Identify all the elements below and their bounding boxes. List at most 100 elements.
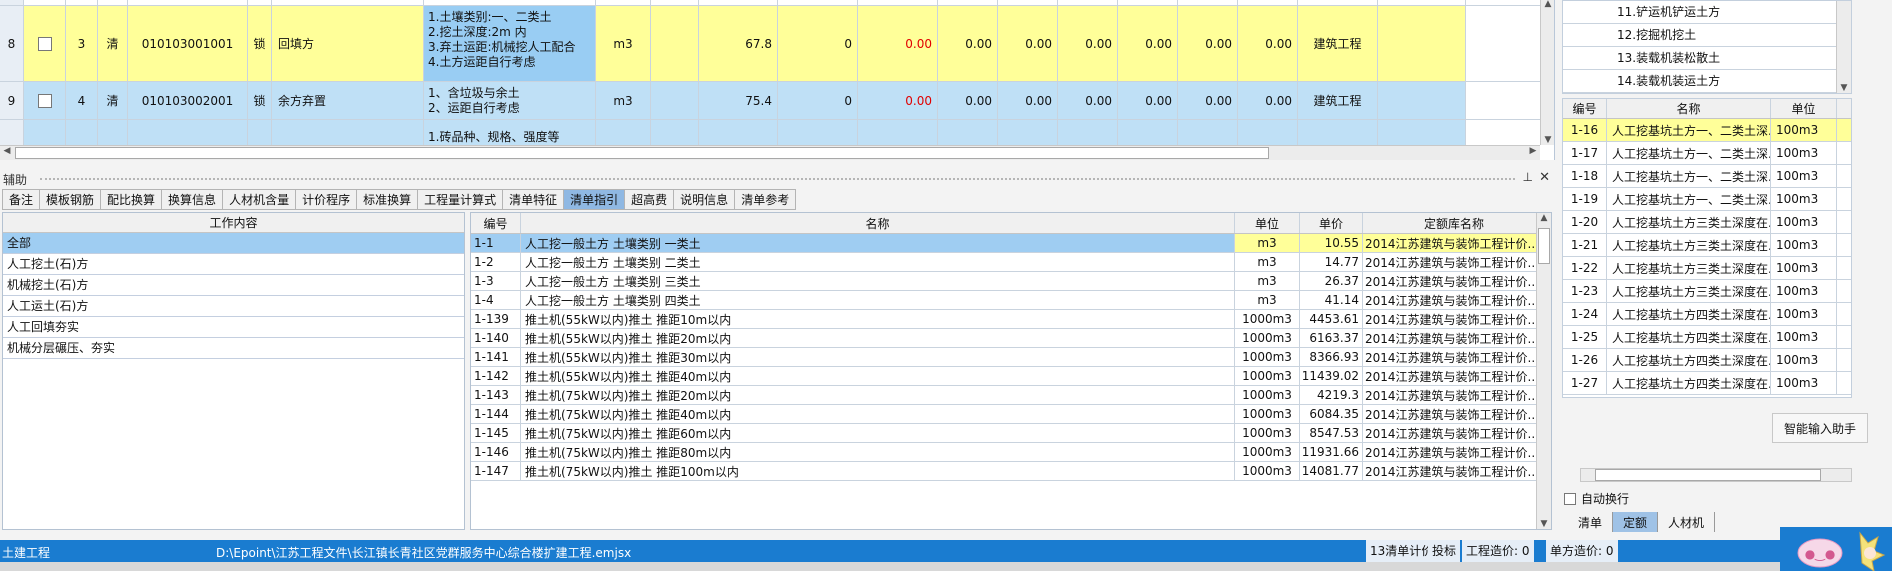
tab-11[interactable]: 说明信息 <box>673 189 735 210</box>
scroll-up-icon[interactable]: ▲ <box>1537 213 1551 223</box>
quota-row[interactable]: 1-142 推土机(55kW以内)推土 推距40m以内 1000m3 11439.02… <box>471 367 1546 386</box>
bottom-tab-1[interactable]: 定额 <box>1613 512 1659 532</box>
row-lock[interactable]: 锁 <box>248 82 272 119</box>
quota-unit: 1000m3 <box>1235 329 1300 347</box>
chapter-item[interactable]: 14.装载机装运土方 <box>1563 70 1837 93</box>
quota-library-row[interactable]: 1-27 人工挖基坑土方四类土深度在... 100m3 <box>1563 372 1851 395</box>
tab-8[interactable]: 清单特征 <box>502 189 564 210</box>
tab-9[interactable]: 清单指引 <box>563 189 625 210</box>
row-quantity[interactable]: 75.4 <box>699 82 778 119</box>
quota-library-row[interactable]: 1-19 人工挖基坑土方一、二类土深... 100m3 <box>1563 188 1851 211</box>
row-name[interactable]: 回填方 <box>272 6 424 81</box>
row-name[interactable]: 余方弃置 <box>272 82 424 119</box>
tab-6[interactable]: 标准换算 <box>356 189 418 210</box>
quota-row[interactable]: 1-4 人工挖一般土方 土壤类别 四类土 m3 41.14 2014江苏建筑与装饰工程计… <box>471 291 1546 310</box>
quota-library-row[interactable]: 1-20 人工挖基坑土方三类土深度在... 100m3 <box>1563 211 1851 234</box>
scroll-thumb[interactable] <box>15 147 1269 159</box>
quota-library-row[interactable]: 1-16 人工挖基坑土方一、二类土深... 100m3 <box>1563 119 1851 142</box>
chapter-item[interactable]: 11.铲运机铲运土方 <box>1563 1 1837 24</box>
quota-library-row[interactable]: 1-21 人工挖基坑土方三类土深度在... 100m3 <box>1563 234 1851 257</box>
quota-row[interactable]: 1-141 推土机(55kW以内)推土 推距30m以内 1000m3 8366.93 2… <box>471 348 1546 367</box>
chapter-item[interactable]: 12.挖掘机挖土 <box>1563 24 1837 47</box>
work-content-item[interactable]: 人工回填夯实 <box>3 317 464 338</box>
bill-vertical-scrollbar[interactable]: ▲ ▼ <box>1540 0 1554 145</box>
quota-unit: 1000m3 <box>1235 405 1300 423</box>
right-bottom-tabs: 清单 定额 人材机 <box>1568 512 1716 532</box>
pin-icon[interactable]: ⊥ <box>1523 170 1533 184</box>
work-content-item[interactable]: 机械分层碾压、夯实 <box>3 338 464 359</box>
quota-row[interactable]: 1-140 推土机(55kW以内)推土 推距20m以内 1000m3 6163.37 2… <box>471 329 1546 348</box>
row-code[interactable]: 010103001001 <box>128 6 248 81</box>
work-content-item[interactable]: 人工运土(石)方 <box>3 296 464 317</box>
quota-row[interactable]: 1-139 推土机(55kW以内)推土 推距10m以内 1000m3 4453.61 2… <box>471 310 1546 329</box>
tab-2[interactable]: 配比换算 <box>100 189 162 210</box>
tab-0[interactable]: 备注 <box>2 189 40 210</box>
scroll-up-icon[interactable]: ▲ <box>1541 0 1554 9</box>
quota-library-row[interactable]: 1-26 人工挖基坑土方四类土深度在... 100m3 <box>1563 349 1851 372</box>
quota-library-row[interactable]: 1-22 人工挖基坑土方三类土深度在... 100m3 <box>1563 257 1851 280</box>
quota-row[interactable]: 1-1 人工挖一般土方 土壤类别 一类土 m3 10.55 2014江苏建筑与装饰工程计… <box>471 234 1546 253</box>
row-lock[interactable]: 锁 <box>248 6 272 81</box>
tab-7[interactable]: 工程量计算式 <box>417 189 503 210</box>
smart-input-assistant-button[interactable]: 智能输入助手 <box>1772 413 1868 443</box>
quota-library-row[interactable]: 1-24 人工挖基坑土方四类土深度在... 100m3 <box>1563 303 1851 326</box>
quota-row[interactable]: 1-145 推土机(75kW以内)推土 推距60m以内 1000m3 8547.53 2… <box>471 424 1546 443</box>
tab-12[interactable]: 清单参考 <box>734 189 797 210</box>
quota-lib: 2014江苏建筑与装饰工程计价... <box>1363 443 1546 461</box>
scroll-down-icon[interactable]: ▼ <box>1541 135 1554 145</box>
chapter-tree-scrollbar[interactable]: ▼ <box>1836 1 1851 93</box>
tab-5[interactable]: 计价程序 <box>295 189 357 210</box>
quota-row[interactable]: 1-2 人工挖一般土方 土壤类别 二类土 m3 14.77 2014江苏建筑与装饰工程计… <box>471 253 1546 272</box>
quota-library-row[interactable]: 1-18 人工挖基坑土方一、二类土深... 100m3 <box>1563 165 1851 188</box>
quota-library-row[interactable]: 1-25 人工挖基坑土方四类土深度在... 100m3 <box>1563 326 1851 349</box>
row-features[interactable]: 1、含垃圾与余土 2、运距自行考虑 <box>424 82 596 119</box>
row-code[interactable]: 010103002001 <box>128 82 248 119</box>
library-code: 1-21 <box>1563 234 1607 256</box>
scroll-down-icon[interactable]: ▼ <box>1837 83 1851 93</box>
row-major[interactable]: 建筑工程 <box>1298 6 1378 81</box>
scroll-down-icon[interactable]: ▼ <box>1537 519 1551 529</box>
bill-horizontal-scrollbar[interactable]: ◀ ▶ <box>0 145 1540 160</box>
work-content-item[interactable]: 全部 <box>3 233 464 254</box>
scroll-right-icon[interactable]: ▶ <box>1526 146 1540 156</box>
row-unit[interactable]: m3 <box>596 82 651 119</box>
quota-row[interactable]: 1-3 人工挖一般土方 土壤类别 三类土 m3 26.37 2014江苏建筑与装饰工程计… <box>471 272 1546 291</box>
scroll-thumb[interactable] <box>1538 228 1550 264</box>
row-unit[interactable]: m3 <box>596 6 651 81</box>
quota-row[interactable]: 1-143 推土机(75kW以内)推土 推距20m以内 1000m3 4219.3 20… <box>471 386 1546 405</box>
chapter-item[interactable]: 13.装载机装松散土 <box>1563 47 1837 70</box>
row-major[interactable]: 建筑工程 <box>1298 82 1378 119</box>
quota-unit: m3 <box>1235 234 1300 252</box>
bill-row[interactable]: 9 4 清 010103002001 锁 余方弃置 1、含垃圾与余土 2、运距自… <box>0 82 1540 120</box>
auto-wrap-option[interactable]: 自动换行 <box>1564 490 1629 507</box>
quota-vertical-scrollbar[interactable]: ▲ ▼ <box>1536 213 1551 529</box>
row-quantity[interactable]: 67.8 <box>699 6 778 81</box>
row-checkbox[interactable] <box>24 6 66 81</box>
bottom-tab-0[interactable]: 清单 <box>1568 512 1614 532</box>
tab-10[interactable]: 超高费 <box>624 189 674 210</box>
close-icon[interactable]: ✕ <box>1539 170 1550 185</box>
quota-row[interactable]: 1-144 推土机(75kW以内)推土 推距40m以内 1000m3 6084.35 2… <box>471 405 1546 424</box>
quota-unit: 1000m3 <box>1235 443 1300 461</box>
col-unit: 单位 <box>1235 213 1300 233</box>
scroll-thumb[interactable] <box>1595 469 1821 481</box>
tab-4[interactable]: 人材机含量 <box>222 189 296 210</box>
auto-wrap-checkbox[interactable] <box>1564 492 1576 505</box>
quota-row[interactable]: 1-146 推土机(75kW以内)推土 推距80m以内 1000m3 11931.66… <box>471 443 1546 462</box>
bottom-tab-2[interactable]: 人材机 <box>1658 512 1716 532</box>
tab-1[interactable]: 模板钢筋 <box>39 189 101 210</box>
quota-row[interactable]: 1-147 推土机(75kW以内)推土 推距100m以内 1000m3 14081.7… <box>471 462 1546 481</box>
quota-code: 1-141 <box>471 348 521 366</box>
quota-library-row[interactable]: 1-23 人工挖基坑土方三类土深度在... 100m3 <box>1563 280 1851 303</box>
work-content-item[interactable]: 人工挖土(石)方 <box>3 254 464 275</box>
bill-row[interactable]: 8 3 清 010103001001 锁 回填方 1.土壤类别:一、二类土 2.… <box>0 6 1540 82</box>
scroll-left-icon[interactable]: ◀ <box>0 146 14 156</box>
quota-library-row[interactable]: 1-17 人工挖基坑土方一、二类土深... 100m3 <box>1563 142 1851 165</box>
library-code: 1-26 <box>1563 349 1607 371</box>
tab-3[interactable]: 换算信息 <box>161 189 223 210</box>
row-features[interactable]: 1.土壤类别:一、二类土 2.挖土深度:2m 内 3.弃土运距:机械挖人工配合 … <box>424 6 596 81</box>
row-checkbox[interactable] <box>24 82 66 119</box>
quota-price: 8366.93 <box>1300 348 1363 366</box>
right-horizontal-scrollbar[interactable] <box>1580 468 1852 482</box>
work-content-item[interactable]: 机械挖土(石)方 <box>3 275 464 296</box>
